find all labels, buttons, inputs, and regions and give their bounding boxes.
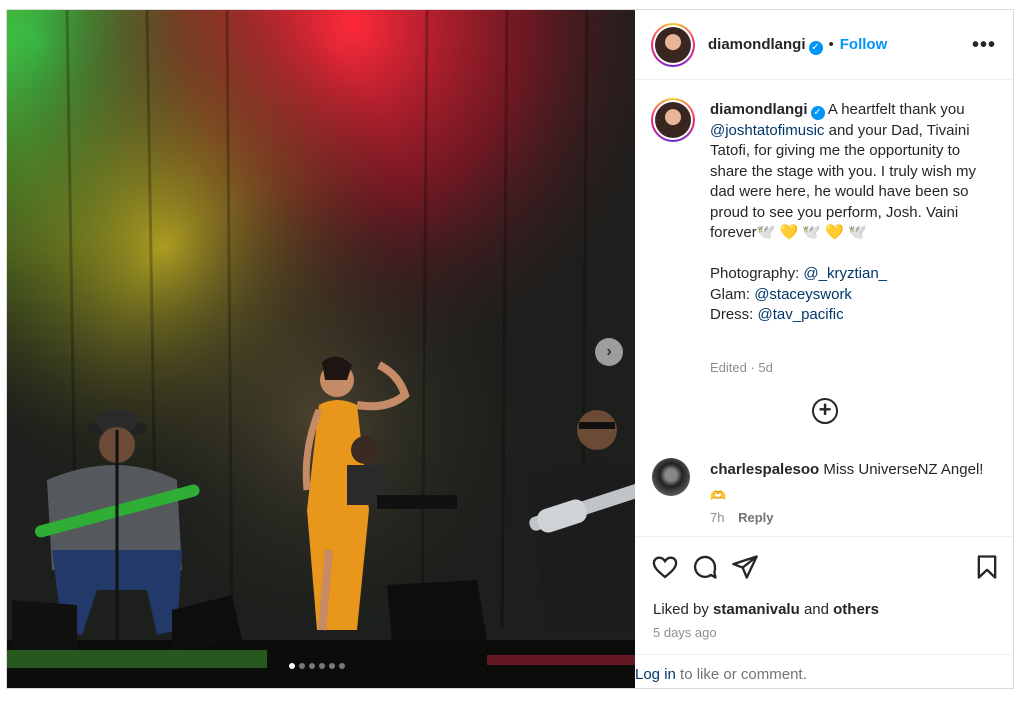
photo-credit-link[interactable]: @_kryztian_ [803, 265, 887, 282]
liked-by-and: and [803, 601, 829, 618]
more-options-icon[interactable]: ••• [972, 34, 996, 57]
caption-text: diamondlangi ✓ A heartfelt thank you @jos… [710, 100, 1000, 326]
dress-credit-label: Dress: [710, 306, 754, 323]
glam-credit-link[interactable]: @staceyswork [754, 286, 852, 303]
post-media[interactable]: › [7, 10, 635, 688]
login-prompt: Log in to like or comment. [635, 654, 1013, 688]
carousel-dot [329, 663, 335, 669]
header-separator: • [828, 36, 834, 53]
author-avatar[interactable] [651, 23, 695, 67]
photo-credit-label: Photography: [710, 265, 800, 282]
login-prompt-text: to like or comment. [680, 666, 807, 683]
carousel-dot [299, 663, 305, 669]
post-time: 5 days ago [653, 625, 717, 640]
verified-badge-icon: ✓ [808, 41, 823, 55]
heart-hands-emoji: 🫶 [710, 488, 727, 503]
plus-circle-icon[interactable]: + [812, 398, 838, 424]
carousel-dots [289, 663, 345, 669]
bookmark-icon[interactable] [973, 553, 1001, 581]
concert-photo [7, 10, 635, 688]
comment-icon[interactable] [691, 553, 719, 581]
commenter-username[interactable]: charlespalesoo [710, 461, 819, 478]
liked-by-others[interactable]: others [833, 601, 879, 618]
liked-by-prefix: Liked by [653, 601, 709, 618]
post-card: › diamondlangi ✓ • Follow ••• diamondlangi ✓… [6, 9, 1014, 689]
post-side-panel: diamondlangi ✓ • Follow ••• diamondlangi ✓ A… [635, 10, 1013, 688]
comment-meta: 7h Reply [710, 510, 774, 525]
post-actions: Liked by stamanivalu and others 5 days a… [635, 536, 1013, 656]
dress-credit-link[interactable]: @tav_pacific [758, 306, 844, 323]
share-icon[interactable] [731, 553, 759, 581]
liked-by: Liked by stamanivalu and others [653, 601, 879, 618]
carousel-dot [309, 663, 315, 669]
carousel-dot [339, 663, 345, 669]
caption-username[interactable]: diamondlangi [710, 101, 808, 118]
login-link[interactable]: Log in [635, 666, 676, 683]
commenter-avatar[interactable] [652, 458, 690, 496]
caption-emoji: 🕊️ 💛 🕊️ 💛 🕊️ [756, 224, 867, 241]
post-header: diamondlangi ✓ • Follow ••• [635, 10, 1013, 80]
carousel-dot [319, 663, 325, 669]
follow-button[interactable]: Follow [840, 36, 888, 53]
comment-time: 7h [710, 510, 725, 525]
author-username[interactable]: diamondlangi [708, 36, 806, 53]
caption-edited-time: Edited · 5d [710, 360, 773, 375]
carousel-next-button[interactable]: › [595, 338, 623, 366]
mention-link[interactable]: @joshtatofimusic [710, 122, 824, 139]
liked-by-user[interactable]: stamanivalu [713, 601, 800, 618]
reply-button[interactable]: Reply [738, 510, 773, 525]
carousel-dot [289, 663, 295, 669]
heart-icon[interactable] [651, 553, 679, 581]
glam-credit-label: Glam: [710, 285, 751, 303]
verified-badge-icon: ✓ [810, 106, 825, 120]
caption-line: A heartfelt thank you [827, 101, 965, 118]
caption-avatar[interactable] [651, 98, 695, 142]
comment-body: Miss UniverseNZ Angel! [823, 461, 984, 478]
comment-text: charlespalesoo Miss UniverseNZ Angel! 🫶 [710, 460, 1000, 506]
